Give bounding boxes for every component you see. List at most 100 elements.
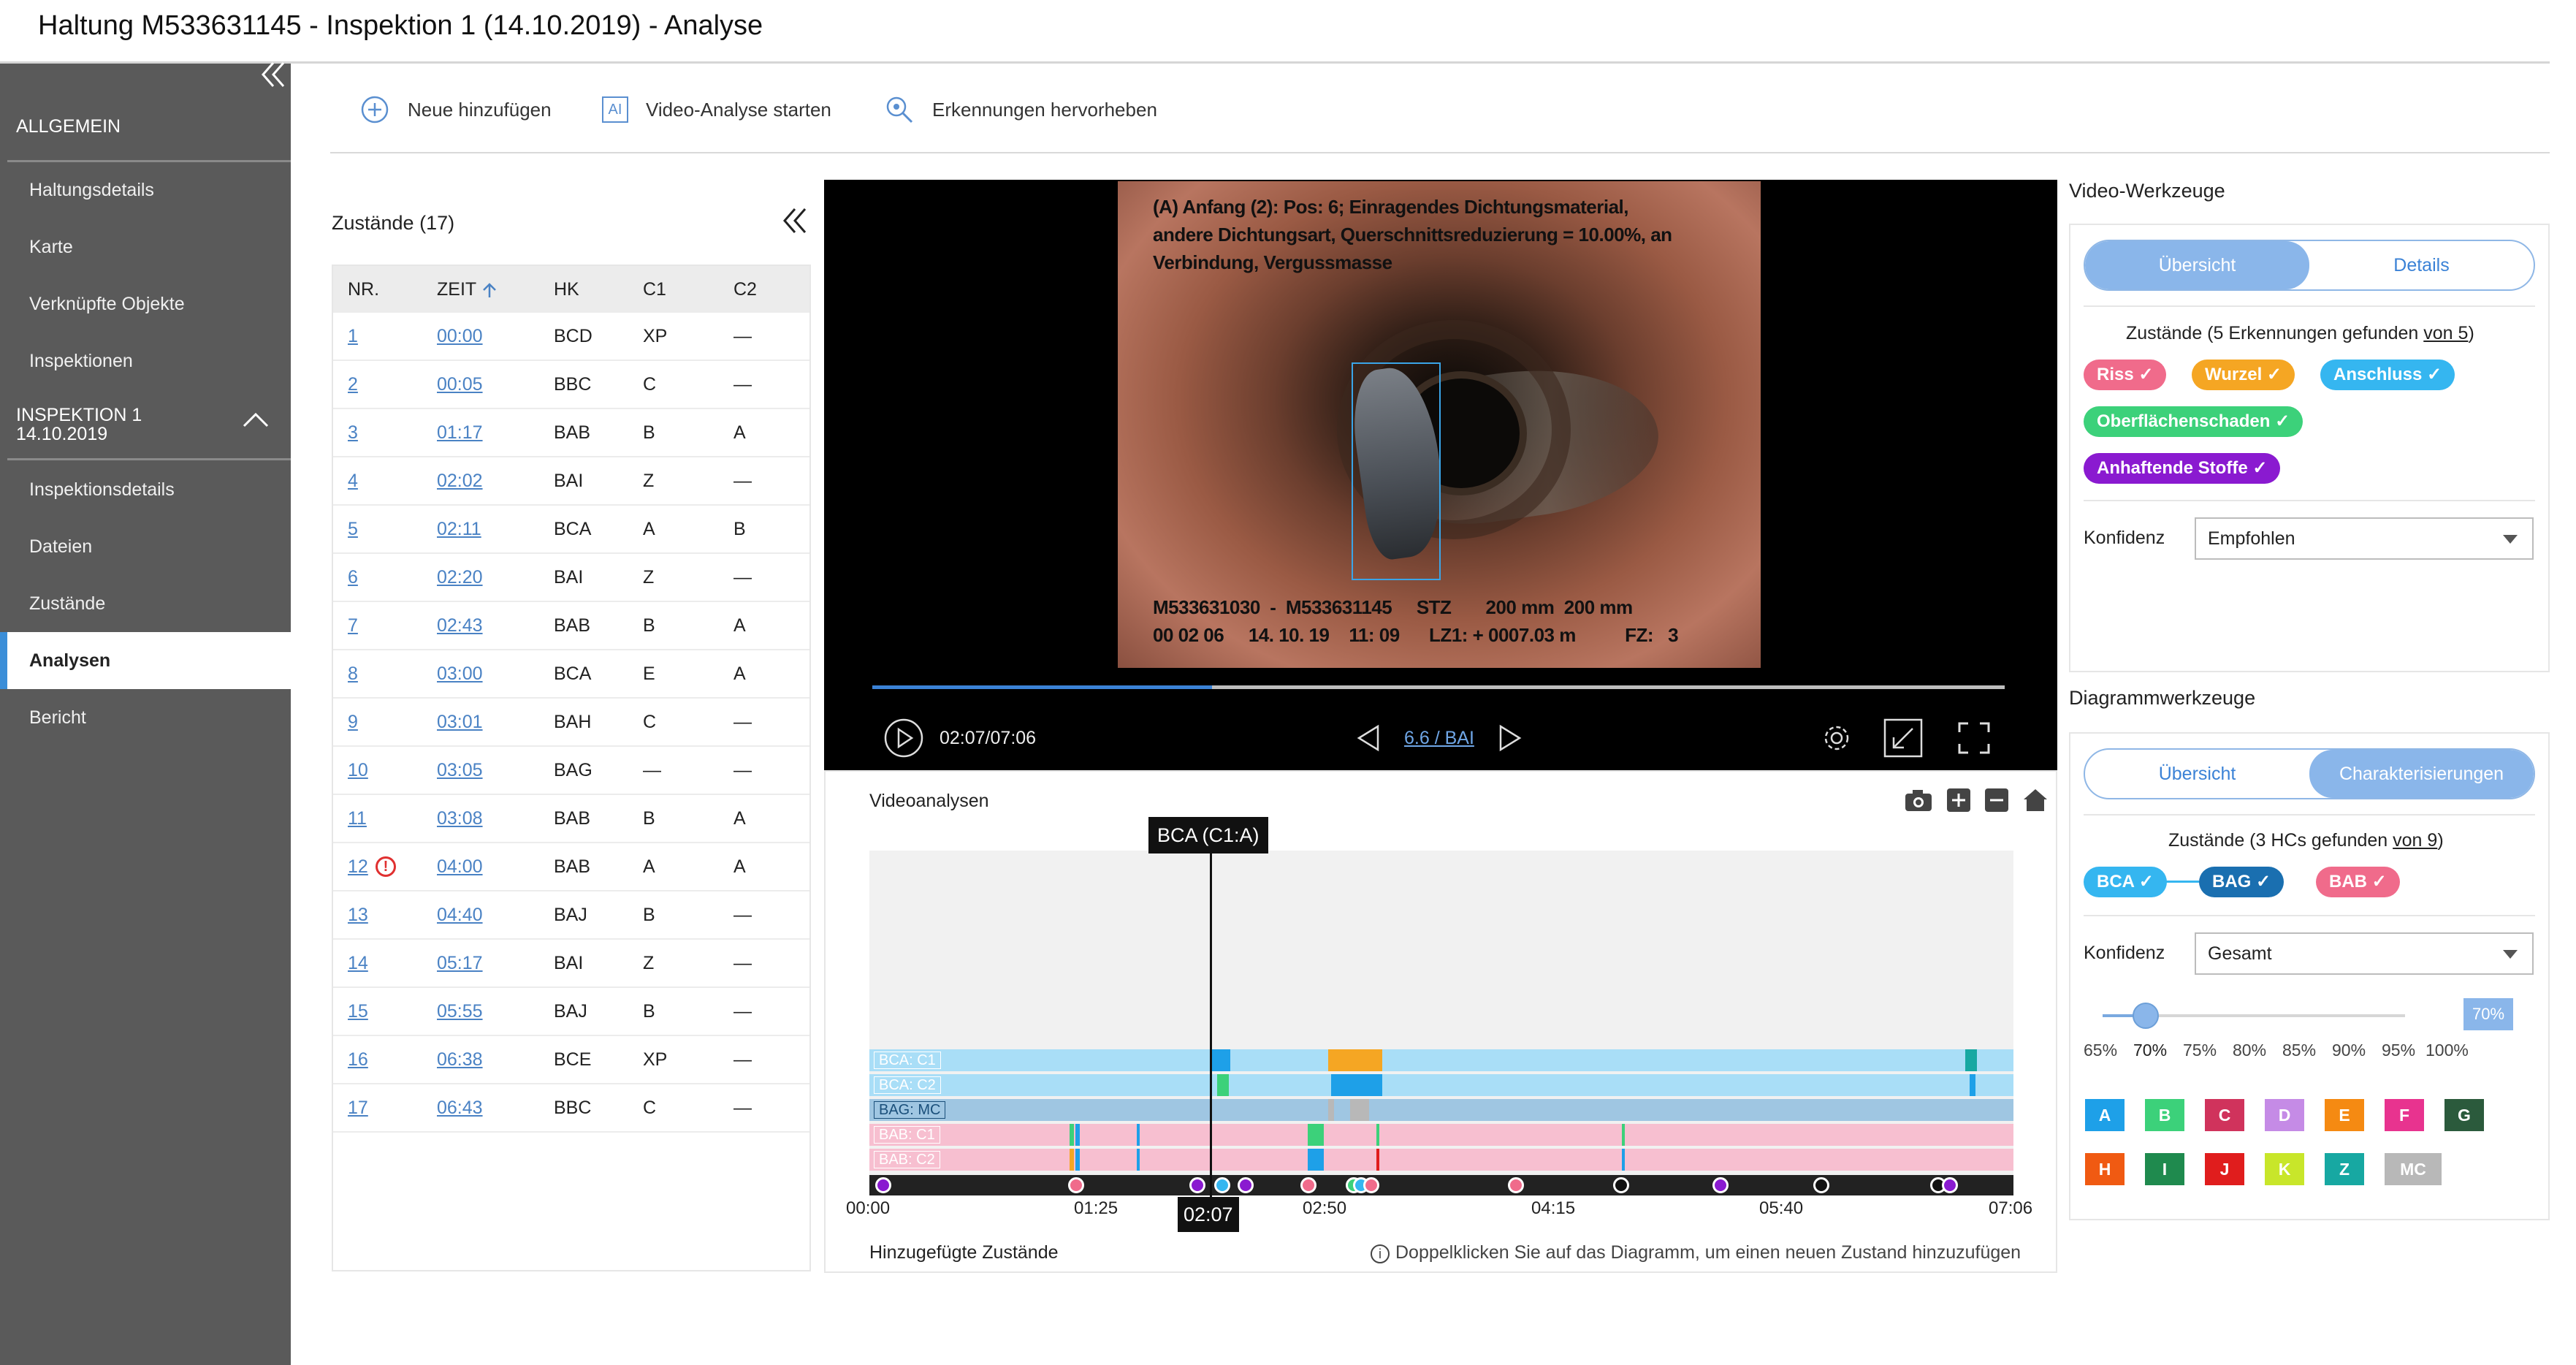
cell-nr[interactable]: 6 [348, 554, 358, 601]
timeline-marker[interactable] [1189, 1177, 1205, 1193]
class-swatch-g[interactable]: G [2444, 1099, 2484, 1131]
cell-nr[interactable]: 14 [348, 940, 368, 986]
lane-segment[interactable] [1350, 1099, 1369, 1121]
lane-segment[interactable] [1965, 1049, 1977, 1071]
lane-segment[interactable] [1070, 1149, 1074, 1171]
confidence-select[interactable]: Gesamt [2195, 932, 2534, 975]
sidebar-item-inspektionen[interactable]: Inspektionen [0, 332, 291, 389]
table-row[interactable]: 1 00:00 BCD XP — [333, 313, 809, 361]
start-video-analysis-button[interactable]: AI Video-Analyse starten [602, 89, 831, 130]
chip-wurzel[interactable]: Wurzel ✓ [2192, 360, 2295, 390]
timeline-marker[interactable] [1613, 1177, 1629, 1193]
column-header-zeit[interactable]: ZEIT [437, 266, 498, 313]
sidebar-item-karte[interactable]: Karte [0, 218, 291, 275]
cell-zeit[interactable]: 01:17 [437, 409, 483, 456]
cell-nr[interactable]: 13 [348, 891, 368, 938]
class-swatch-a[interactable]: A [2085, 1099, 2125, 1131]
lane-bab-c2[interactable]: BAB: C2 [869, 1149, 2013, 1171]
cell-zeit[interactable]: 03:01 [437, 699, 483, 745]
tab-overview[interactable]: Übersicht [2085, 241, 2309, 289]
cell-zeit[interactable]: 06:43 [437, 1084, 483, 1131]
sidebar-collapse-icon[interactable] [260, 60, 285, 92]
timeline-marker[interactable] [1068, 1177, 1084, 1193]
detection-bounding-box[interactable] [1352, 362, 1441, 580]
lane-segment[interactable] [1137, 1124, 1140, 1146]
confidence-slider-thumb[interactable] [2133, 1003, 2160, 1029]
chip-bag[interactable]: BAG ✓ [2199, 867, 2285, 897]
cell-zeit[interactable]: 06:38 [437, 1036, 483, 1083]
timeline-cursor[interactable] [1210, 843, 1212, 1223]
cell-zeit[interactable]: 05:17 [437, 940, 483, 986]
play-button[interactable] [883, 706, 925, 770]
timeline-marker[interactable] [1942, 1177, 1958, 1193]
camera-icon[interactable] [1904, 788, 1933, 816]
collapse-panel-icon[interactable] [780, 203, 809, 246]
lane-segment[interactable] [1376, 1124, 1379, 1146]
table-row[interactable]: 4 02:02 BAI Z — [333, 457, 809, 506]
sidebar-item-haltungsdetails[interactable]: Haltungsdetails [0, 161, 291, 218]
timeline-marker[interactable] [1813, 1177, 1829, 1193]
lane-bab-c1[interactable]: BAB: C1 [869, 1124, 2013, 1146]
lane-segment[interactable] [1137, 1149, 1140, 1171]
column-header-nr[interactable]: NR. [348, 266, 379, 313]
chip-anschluss[interactable]: Anschluss ✓ [2320, 360, 2455, 390]
table-row[interactable]: 13 04:40 BAJ B — [333, 891, 809, 940]
lane-segment[interactable] [1328, 1099, 1334, 1121]
cell-zeit[interactable]: 02:43 [437, 602, 483, 649]
lane-segment[interactable] [1070, 1124, 1074, 1146]
cell-zeit[interactable]: 04:40 [437, 891, 483, 938]
sidebar-section-inspection[interactable]: INSPEKTION 1 14.10.2019 [0, 406, 291, 444]
lane-segment[interactable] [1211, 1049, 1230, 1071]
column-header-c1[interactable]: C1 [643, 266, 666, 313]
class-swatch-j[interactable]: J [2205, 1153, 2244, 1185]
class-swatch-d[interactable]: D [2265, 1099, 2304, 1131]
lane-bag-mc[interactable]: BAG: MC [869, 1099, 2013, 1121]
cell-nr[interactable]: 17 [348, 1084, 368, 1131]
cell-zeit[interactable]: 03:08 [437, 795, 483, 842]
class-swatch-i[interactable]: I [2145, 1153, 2184, 1185]
timeline-track[interactable] [869, 1175, 2013, 1195]
fullscreen-button[interactable] [1958, 706, 1990, 770]
timeline-marker[interactable] [1238, 1177, 1254, 1193]
cell-zeit[interactable]: 02:11 [437, 506, 481, 552]
timeline-marker[interactable] [875, 1177, 891, 1193]
timeline-marker[interactable] [1712, 1177, 1729, 1193]
cell-nr[interactable]: 8 [348, 650, 358, 697]
cell-zeit[interactable]: 00:05 [437, 361, 483, 408]
minimize-button[interactable] [1883, 706, 1923, 770]
cell-nr[interactable]: 4 [348, 457, 358, 504]
table-row[interactable]: 14 05:17 BAI Z — [333, 940, 809, 988]
lane-segment[interactable] [1622, 1124, 1625, 1146]
cell-nr[interactable]: 16 [348, 1036, 368, 1083]
lane-segment[interactable] [1331, 1074, 1382, 1096]
table-row[interactable]: 17 06:43 BBC C — [333, 1084, 809, 1133]
tab-details[interactable]: Details [2309, 241, 2534, 289]
tab-overview[interactable]: Übersicht [2085, 750, 2309, 798]
class-swatch-z[interactable]: Z [2325, 1153, 2364, 1185]
class-swatch-k[interactable]: K [2265, 1153, 2304, 1185]
sidebar-item-dateien[interactable]: Dateien [0, 518, 291, 575]
class-swatch-c[interactable]: C [2205, 1099, 2244, 1131]
chip-bab[interactable]: BAB ✓ [2316, 867, 2400, 897]
column-header-hk[interactable]: HK [554, 266, 579, 313]
cell-zeit[interactable]: 02:20 [437, 554, 483, 601]
timeline-marker[interactable] [1363, 1177, 1379, 1193]
detections-status-link[interactable]: von 5 [2423, 323, 2468, 343]
video-progress-bar[interactable] [872, 685, 2005, 689]
video-player[interactable]: (A) Anfang (2): Pos: 6; Einragendes Dich… [824, 180, 2057, 770]
class-swatch-e[interactable]: E [2325, 1099, 2364, 1131]
class-swatch-mc[interactable]: MC [2385, 1153, 2442, 1185]
cell-nr[interactable]: 3 [348, 409, 358, 456]
cell-nr[interactable]: 12 [348, 843, 368, 890]
cell-zeit[interactable]: 02:02 [437, 457, 483, 504]
cell-nr[interactable]: 9 [348, 699, 358, 745]
cell-zeit[interactable]: 03:00 [437, 650, 483, 697]
cell-nr[interactable]: 15 [348, 988, 368, 1035]
hc-status-link[interactable]: von 9 [2393, 830, 2437, 851]
cell-nr[interactable]: 5 [348, 506, 358, 552]
timeline-marker[interactable] [1508, 1177, 1524, 1193]
lane-segment[interactable] [1217, 1074, 1229, 1096]
cell-nr[interactable]: 7 [348, 602, 358, 649]
chip-anhaftende-stoffe[interactable]: Anhaftende Stoffe ✓ [2084, 453, 2281, 484]
confidence-slider-track[interactable] [2103, 1003, 2405, 1029]
